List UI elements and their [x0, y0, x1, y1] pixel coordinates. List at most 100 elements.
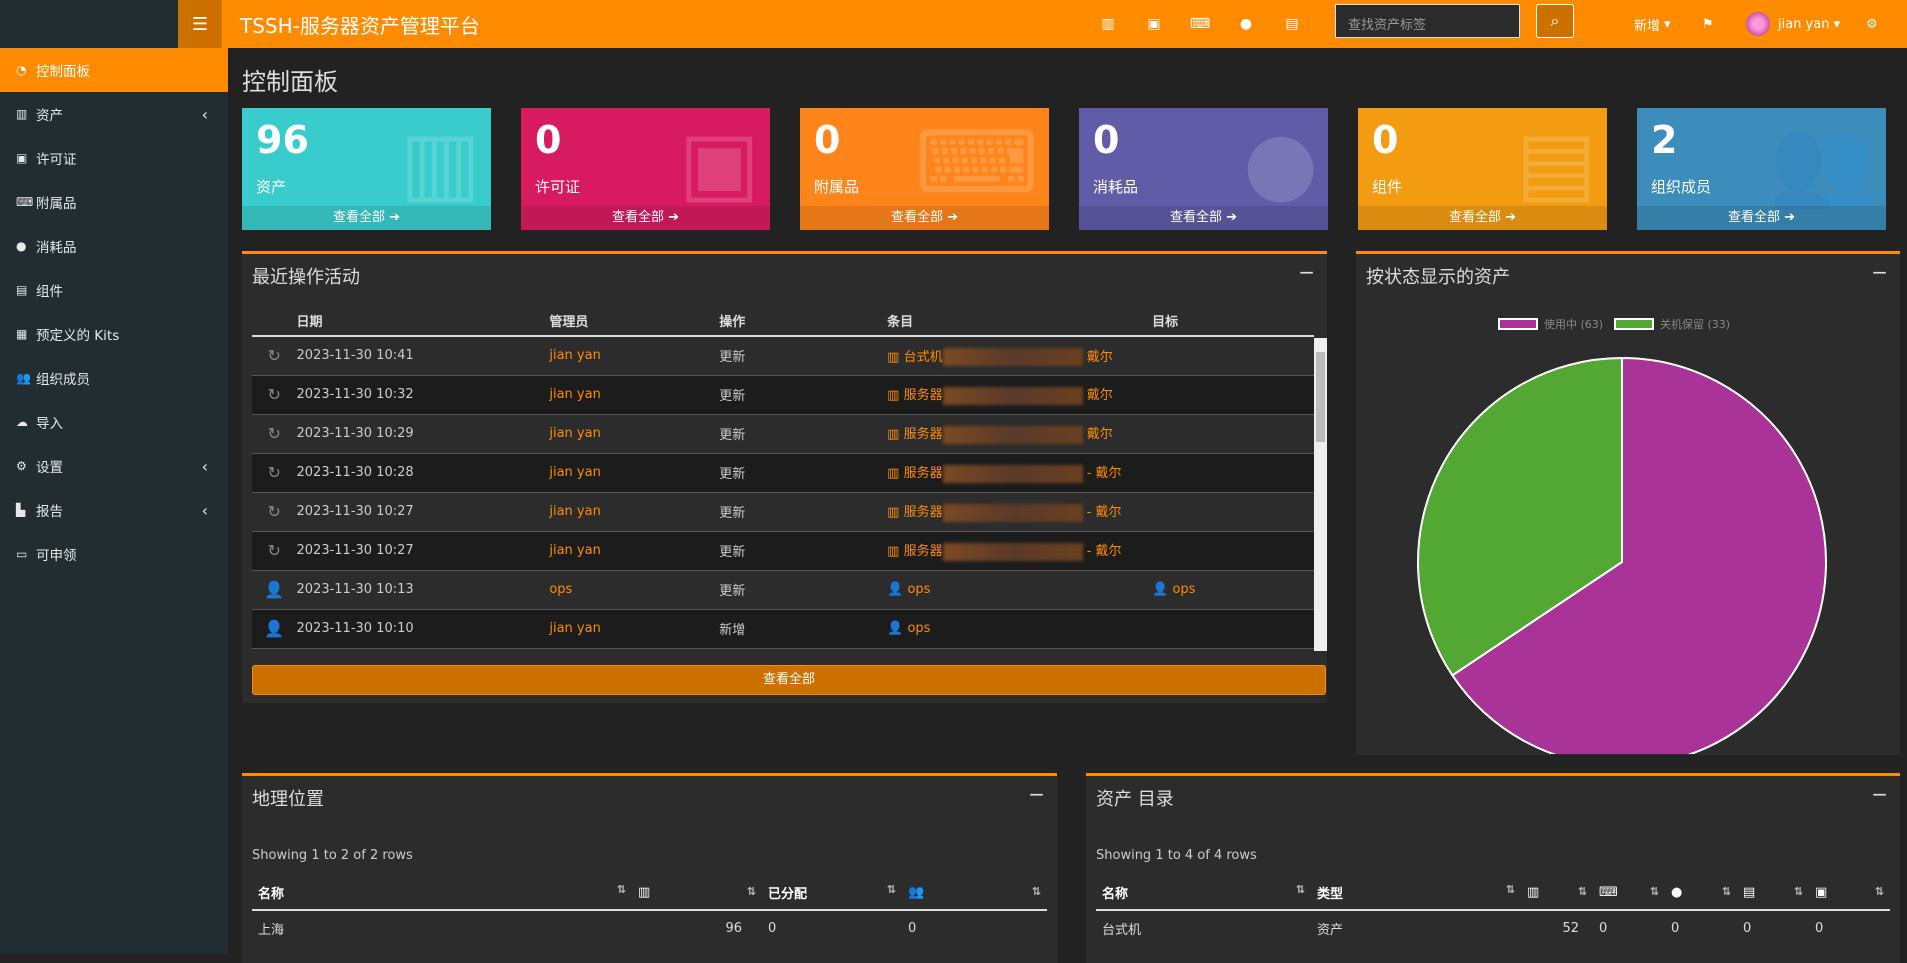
new-dropdown[interactable]: 新增 ▾ — [1634, 0, 1671, 48]
category-link[interactable]: 台式机 — [1096, 910, 1311, 946]
item-link[interactable]: 👤 ops — [887, 609, 1153, 649]
sidebar-item-label: 许可证 — [36, 152, 77, 168]
admin-link[interactable]: jian yan — [549, 453, 720, 493]
collapse-button[interactable]: − — [1871, 260, 1888, 284]
target-link[interactable] — [1152, 336, 1314, 376]
action-cell: 更新 — [719, 414, 888, 454]
admin-link[interactable]: ops — [549, 570, 720, 610]
floppy-icon[interactable]: ▣ — [1131, 16, 1177, 32]
col-users[interactable]: 👥 ⇅ — [902, 876, 1047, 911]
target-link[interactable]: 👤 ops — [1152, 570, 1314, 610]
col-licenses[interactable]: ▣ ⇅ — [1809, 876, 1890, 911]
admin-link[interactable]: jian yan — [549, 609, 720, 649]
target-link[interactable] — [1152, 609, 1314, 649]
sidebar-item[interactable]: ▣ 许可证 — [0, 136, 228, 180]
target-link[interactable] — [1152, 453, 1314, 493]
app-title[interactable]: TSSH-服务器资产管理平台 — [240, 10, 480, 39]
barcode-icon[interactable]: ▥ — [1085, 16, 1131, 32]
sidebar-item-label: 控制面板 — [36, 64, 90, 80]
target-link[interactable] — [1152, 375, 1314, 415]
refresh-icon: ↻ — [252, 531, 297, 571]
item-link[interactable]: ▥ 服务器 戴尔 — [887, 375, 1153, 415]
column-header[interactable]: 管理员 — [549, 306, 720, 337]
sidebar-item[interactable]: ● 消耗品 — [0, 224, 228, 268]
view-all-link[interactable]: 查看全部 ➔ — [242, 206, 491, 230]
hamburger-icon[interactable]: ☰ — [178, 0, 222, 48]
col-name[interactable]: 名称 ⇅ — [252, 876, 632, 911]
stat-box[interactable]: 0 附属品 ⌨ 查看全部 ➔ — [800, 108, 1049, 230]
user-menu[interactable]: jian yan ▾ — [1746, 0, 1840, 48]
keyboard-icon: ⌨ — [914, 113, 1039, 213]
sidebar-item[interactable]: ▥ 资产 ‹ — [0, 92, 228, 136]
action-cell: 更新 — [719, 336, 888, 376]
target-link[interactable] — [1152, 492, 1314, 532]
collapse-button[interactable]: − — [1028, 782, 1045, 806]
item-link[interactable]: ▥ 服务器 戴尔 — [887, 414, 1153, 454]
sidebar-item[interactable]: ⚙ 设置 ‹ — [0, 444, 228, 488]
view-all-link[interactable]: 查看全部 ➔ — [1358, 206, 1607, 230]
admin-link[interactable]: jian yan — [549, 531, 720, 571]
view-all-button[interactable]: 查看全部 — [252, 665, 1326, 695]
flag-icon[interactable]: ⚑ — [1702, 0, 1714, 48]
collapse-button[interactable]: − — [1298, 260, 1315, 284]
search-button[interactable]: ⌕ — [1536, 4, 1574, 38]
stat-label: 消耗品 — [1093, 178, 1139, 196]
stat-label: 组件 — [1372, 178, 1403, 196]
item-link[interactable]: ▥ 台式机 戴尔 — [887, 336, 1153, 376]
stat-box[interactable]: 0 组件 ▤ 查看全部 ➔ — [1358, 108, 1607, 230]
col-accessories[interactable]: ⌨ ⇅ — [1593, 876, 1665, 911]
target-link[interactable] — [1152, 414, 1314, 454]
action-cell: 更新 — [719, 570, 888, 610]
item-link[interactable]: ▥ 服务器 - 戴尔 — [887, 531, 1153, 571]
col-type[interactable]: 类型 ⇅ — [1311, 876, 1521, 911]
stat-box[interactable]: 2 组织成员 👥 查看全部 ➔ — [1637, 108, 1886, 230]
admin-link[interactable]: jian yan — [549, 336, 720, 376]
item-link[interactable]: ▥ 服务器 - 戴尔 — [887, 492, 1153, 532]
date-cell: 2023-11-30 10:27 — [296, 531, 550, 571]
view-all-link[interactable]: 查看全部 ➔ — [1637, 206, 1886, 230]
sidebar-item[interactable]: ▭ 可申领 — [0, 532, 228, 576]
column-header[interactable]: 目标 — [1152, 306, 1314, 337]
hdd-icon: ▤ — [1515, 113, 1597, 213]
admin-link[interactable]: jian yan — [549, 414, 720, 454]
collapse-button[interactable]: − — [1871, 782, 1888, 806]
keyboard-icon[interactable]: ⌨ — [1177, 16, 1223, 32]
scrollbar[interactable] — [1314, 338, 1327, 651]
sidebar-item[interactable]: 👥 组织成员 — [0, 356, 228, 400]
gears-icon[interactable]: ⚙ — [1866, 0, 1878, 48]
col-assets[interactable]: ▥ ⇅ — [1521, 876, 1593, 911]
locations-panel: 地理位置 − Showing 1 to 2 of 2 rows 名称 ⇅ ▥ ⇅ 已… — [242, 773, 1057, 963]
view-all-link[interactable]: 查看全部 ➔ — [1079, 206, 1328, 230]
col-consumables[interactable]: ● ⇅ — [1665, 876, 1737, 911]
stat-box[interactable]: 0 消耗品 ● 查看全部 ➔ — [1079, 108, 1328, 230]
item-link[interactable]: ▥ 服务器 - 戴尔 — [887, 453, 1153, 493]
drop-icon[interactable]: ● — [1223, 16, 1269, 32]
sidebar-item[interactable]: ◔ 控制面板 — [0, 48, 228, 92]
column-header[interactable]: 条目 — [887, 306, 1153, 337]
col-assets[interactable]: ▥ ⇅ — [632, 876, 762, 911]
stat-box[interactable]: 0 许可证 ▣ 查看全部 ➔ — [521, 108, 770, 230]
stat-box[interactable]: 96 资产 ▥ 查看全部 ➔ — [242, 108, 491, 230]
sidebar-item[interactable]: ☁ 导入 — [0, 400, 228, 444]
admin-link[interactable]: jian yan — [549, 492, 720, 532]
col-components[interactable]: ▤ ⇅ — [1737, 876, 1809, 911]
column-header[interactable]: 日期 — [296, 306, 550, 337]
column-header[interactable]: 操作 — [719, 306, 888, 337]
sidebar-item[interactable]: ⌨ 附属品 — [0, 180, 228, 224]
view-all-link[interactable]: 查看全部 ➔ — [800, 206, 1049, 230]
hdd-icon[interactable]: ▤ — [1269, 16, 1315, 32]
target-link[interactable] — [1152, 531, 1314, 571]
item-link[interactable]: 👤 ops — [887, 570, 1153, 610]
view-all-link[interactable]: 查看全部 ➔ — [521, 206, 770, 230]
col-name[interactable]: 名称 ⇅ — [1096, 876, 1311, 911]
col-assigned[interactable]: 已分配 ⇅ — [762, 876, 902, 911]
sidebar-item[interactable]: ▦ 预定义的 Kits — [0, 312, 228, 356]
location-link[interactable]: 上海 — [252, 910, 632, 946]
table-row: ↻ 2023-11-30 10:41 jian yan 更新 ▥ 台式机 戴尔 — [252, 336, 1314, 376]
admin-link[interactable]: jian yan — [549, 375, 720, 415]
sidebar-item[interactable]: ▙ 报告 ‹ — [0, 488, 228, 532]
sidebar-item[interactable]: ▤ 组件 — [0, 268, 228, 312]
sidebar-item-label: 导入 — [36, 416, 63, 432]
date-cell: 2023-11-30 10:10 — [296, 609, 550, 649]
search-input[interactable]: 查找资产标签 — [1335, 4, 1520, 38]
